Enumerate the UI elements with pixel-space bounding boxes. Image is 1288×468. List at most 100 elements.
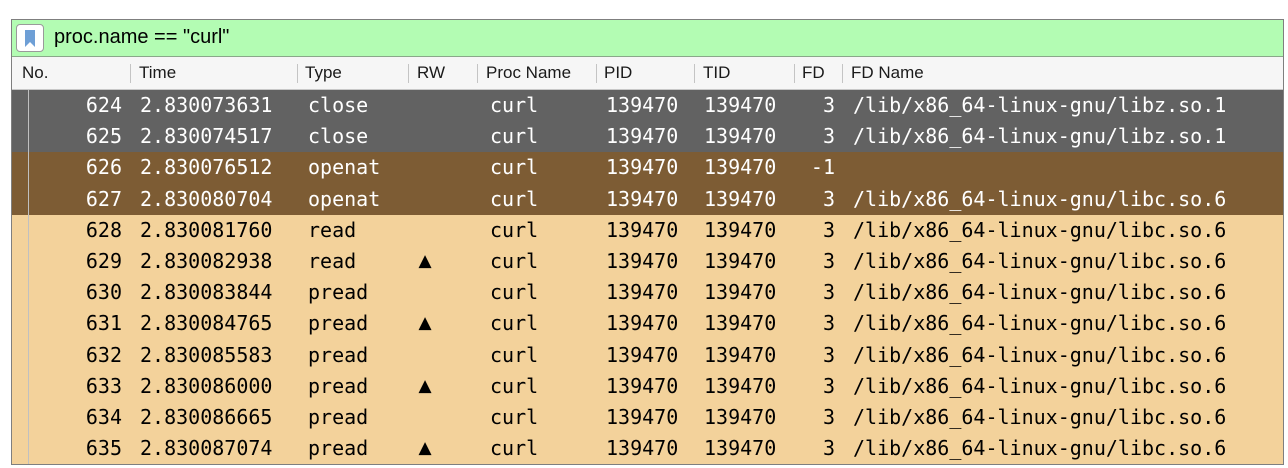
cell-type: pread xyxy=(308,311,369,336)
column-header-time[interactable]: Time xyxy=(139,57,176,89)
event-list-panel: proc.name == "curl" No. Time Type RW Pro… xyxy=(11,19,1284,465)
cell-proc-name: curl xyxy=(490,124,539,149)
cell-no: 632 xyxy=(85,342,122,367)
cell-time: 2.830082938 xyxy=(140,248,273,273)
cell-proc-name: curl xyxy=(490,373,539,398)
column-header-proc-name[interactable]: Proc Name xyxy=(486,57,571,89)
cell-fd-name: /lib/x86_64-linux-gnu/libc.so.6 xyxy=(853,311,1227,336)
filter-bookmark-button[interactable] xyxy=(16,24,44,52)
cell-no: 627 xyxy=(85,186,122,211)
cell-pid: 139470 xyxy=(606,342,679,367)
cell-pid: 139470 xyxy=(606,373,679,398)
cell-tid: 139470 xyxy=(704,311,777,336)
column-header-pid[interactable]: PID xyxy=(604,57,632,89)
cell-no: 625 xyxy=(85,124,122,149)
cell-fd-name: /lib/x86_64-linux-gnu/libc.so.6 xyxy=(853,436,1227,461)
cell-proc-name: curl xyxy=(490,248,539,273)
cell-tid: 139470 xyxy=(704,186,777,211)
table-row[interactable]: 633 2.830086000 pread ▲ curl 139470 139470 3/li… xyxy=(12,370,1283,402)
cell-time: 2.830084765 xyxy=(140,311,273,336)
cell-fd-name: /lib/x86_64-linux-gnu/libc.so.6 xyxy=(853,186,1227,211)
cell-fd-name: /lib/x86_64-linux-gnu/libc.so.6 xyxy=(853,248,1227,273)
cell-fd: 3 xyxy=(822,311,835,336)
cell-fd: 3 xyxy=(822,280,835,305)
table-row[interactable]: 635 2.830087074 pread ▲ curl 139470 139470 3/li… xyxy=(12,433,1283,464)
table-row[interactable]: 624 2.830073631 close curl 139470 139470 3/lib… xyxy=(12,90,1283,122)
cell-fd: 3 xyxy=(822,124,835,149)
cell-fd-name: /lib/x86_64-linux-gnu/libc.so.6 xyxy=(853,404,1227,429)
cell-tid: 139470 xyxy=(704,436,777,461)
column-header-fd-name[interactable]: FD Name xyxy=(851,57,924,89)
table-row[interactable]: 629 2.830082938 read ▲ curl 139470 139470 3/lib… xyxy=(12,245,1283,278)
cell-time: 2.830080704 xyxy=(140,186,273,211)
cell-fd-name: /lib/x86_64-linux-gnu/libz.so.1 xyxy=(853,93,1227,117)
table-row[interactable]: 631 2.830084765 pread ▲ curl 139470 139470 3/li… xyxy=(12,308,1283,340)
cell-time: 2.830083844 xyxy=(140,280,273,305)
cell-fd: 3 xyxy=(822,373,835,398)
rw-direction-icon: ▲ xyxy=(418,375,432,396)
table-row[interactable]: 626 2.830076512 openat curl 139470 139470 -1 xyxy=(12,152,1283,184)
cell-fd: 3 xyxy=(822,248,835,273)
cell-fd: 3 xyxy=(822,404,835,429)
cell-pid: 139470 xyxy=(606,436,679,461)
bookmark-icon xyxy=(25,30,35,47)
cell-time: 2.830081760 xyxy=(140,217,273,242)
cell-tid: 139470 xyxy=(704,404,777,429)
table-row[interactable]: 625 2.830074517 close curl 139470 139470 3/lib… xyxy=(12,121,1283,153)
cell-type: pread xyxy=(308,404,369,429)
column-header-row: No. Time Type RW Proc Name PID TID FD FD… xyxy=(12,57,1283,90)
cell-time: 2.830074517 xyxy=(140,124,273,149)
cell-time: 2.830076512 xyxy=(140,155,273,180)
cell-pid: 139470 xyxy=(606,124,679,149)
cell-proc-name: curl xyxy=(490,436,539,461)
column-header-no[interactable]: No. xyxy=(22,57,48,89)
column-header-type[interactable]: Type xyxy=(305,57,342,89)
cell-pid: 139470 xyxy=(606,404,679,429)
cell-no: 628 xyxy=(85,217,122,242)
cell-no: 624 xyxy=(85,93,122,117)
event-rows: 624 2.830073631 close curl 139470 139470 3/lib… xyxy=(12,90,1283,464)
cell-no: 633 xyxy=(85,373,122,398)
column-header-fd[interactable]: FD xyxy=(802,57,825,89)
cell-fd: 3 xyxy=(822,436,835,461)
table-row[interactable]: 630 2.830083844 pread curl 139470 139470 3/lib… xyxy=(12,277,1283,309)
cell-fd-name: /lib/x86_64-linux-gnu/libc.so.6 xyxy=(853,373,1227,398)
cell-tid: 139470 xyxy=(704,280,777,305)
cell-proc-name: curl xyxy=(490,342,539,367)
table-row[interactable]: 627 2.830080704 openat curl 139470 139470 3/li… xyxy=(12,183,1283,215)
cell-fd: 3 xyxy=(822,217,835,242)
cell-type: pread xyxy=(308,373,369,398)
cell-proc-name: curl xyxy=(490,186,539,211)
table-row[interactable]: 632 2.830085583 pread curl 139470 139470 3/lib… xyxy=(12,339,1283,371)
cell-no: 626 xyxy=(85,155,122,180)
cell-tid: 139470 xyxy=(704,124,777,149)
cell-tid: 139470 xyxy=(704,217,777,242)
cell-pid: 139470 xyxy=(606,155,679,180)
cell-pid: 139470 xyxy=(606,311,679,336)
cell-no: 631 xyxy=(85,311,122,336)
cell-tid: 139470 xyxy=(704,342,777,367)
row-tree-line xyxy=(28,90,29,464)
cell-fd-name: /lib/x86_64-linux-gnu/libc.so.6 xyxy=(853,217,1227,242)
cell-type: close xyxy=(308,124,369,149)
cell-no: 635 xyxy=(85,436,122,461)
cell-fd-name: /lib/x86_64-linux-gnu/libc.so.6 xyxy=(853,342,1227,367)
cell-proc-name: curl xyxy=(490,280,539,305)
cell-fd: 3 xyxy=(822,342,835,367)
column-header-tid[interactable]: TID xyxy=(703,57,730,89)
cell-type: pread xyxy=(308,280,369,305)
table-row[interactable]: 628 2.830081760 read curl 139470 139470 3/lib/… xyxy=(12,214,1283,246)
cell-pid: 139470 xyxy=(606,217,679,242)
filter-input[interactable]: proc.name == "curl" xyxy=(54,26,229,49)
cell-pid: 139470 xyxy=(606,248,679,273)
cell-fd: 3 xyxy=(822,186,835,211)
cell-time: 2.830073631 xyxy=(140,93,273,117)
table-row[interactable]: 634 2.830086665 pread curl 139470 139470 3/lib… xyxy=(12,401,1283,434)
cell-fd: -1 xyxy=(810,155,835,180)
display-filter-bar[interactable]: proc.name == "curl" xyxy=(12,20,1283,57)
cell-tid: 139470 xyxy=(704,93,777,117)
cell-time: 2.830086665 xyxy=(140,404,273,429)
cell-fd: 3 xyxy=(822,93,835,117)
column-header-rw[interactable]: RW xyxy=(417,57,445,89)
cell-fd-name: /lib/x86_64-linux-gnu/libz.so.1 xyxy=(853,124,1227,149)
